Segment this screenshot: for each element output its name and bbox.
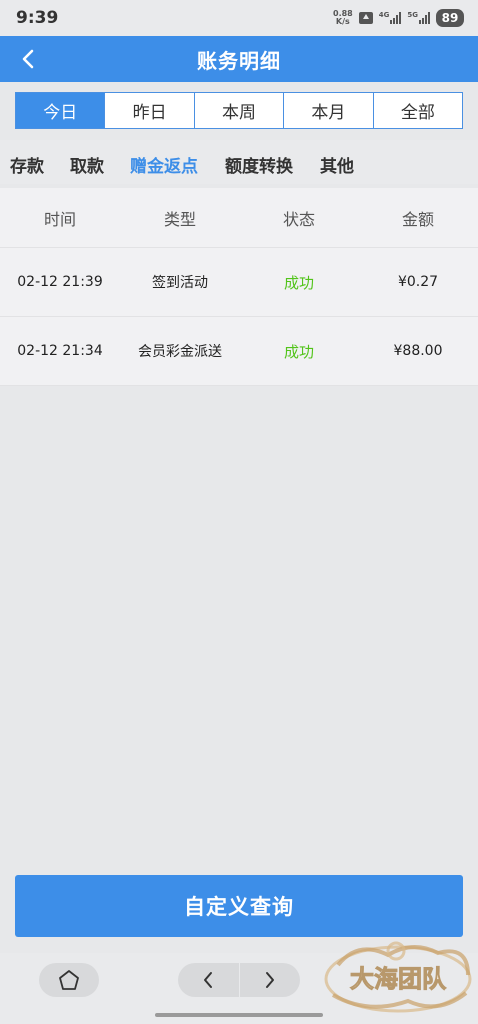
tab-credit-transfer[interactable]: 额度转换 (225, 152, 293, 177)
cell-amount: ¥88.00 (393, 343, 443, 359)
cell-type: 签到活动 (152, 275, 208, 291)
status-time: 9:39 (16, 8, 59, 28)
nav-buttons (178, 963, 300, 997)
sim1-signal: 4G (379, 12, 402, 24)
tab-bonus-rebate[interactable]: 赠金返点 (130, 152, 198, 177)
upload-icon (358, 12, 373, 24)
period-tabs: 今日 昨日 本周 本月 全部 (15, 92, 463, 129)
table-header: 时间 类型 状态 金额 (0, 188, 478, 248)
sim2-signal: 5G (407, 12, 430, 24)
cell-time: 02-12 21:39 (17, 274, 103, 290)
home-button[interactable] (39, 963, 99, 997)
column-header-status: 状态 (282, 209, 315, 229)
svg-text:大海团队: 大海团队 (350, 965, 447, 993)
app-header: 账务明细 (0, 36, 478, 82)
net-speed: 0.88 K/s (333, 10, 353, 26)
sim2-tag: 5G (407, 11, 418, 19)
back-button[interactable] (16, 47, 40, 71)
custom-query-button[interactable]: 自定义查询 (15, 875, 463, 937)
cell-status: 成功 (283, 273, 314, 292)
watermark-logo: 大海团队 (324, 941, 472, 1013)
chevron-left-icon (204, 972, 213, 988)
net-speed-unit: K/s (335, 17, 350, 26)
column-header-amount: 金额 (401, 209, 434, 229)
cell-type: 会员彩金派送 (138, 344, 222, 360)
tab-other[interactable]: 其他 (320, 152, 354, 177)
tab-this-month[interactable]: 本月 (284, 93, 374, 128)
sim1-tag: 4G (378, 11, 390, 19)
signal-icon (419, 12, 430, 24)
tab-yesterday[interactable]: 昨日 (105, 93, 195, 128)
cell-amount: ¥0.27 (397, 274, 439, 290)
battery-icon: 89 (436, 9, 464, 27)
chevron-right-icon (265, 972, 274, 988)
status-icons: 0.88 K/s 4G 5G 89 (333, 9, 464, 27)
browser-back-button[interactable] (178, 963, 240, 997)
home-icon (59, 970, 79, 990)
transaction-table: 时间 类型 状态 金额 02-12 21:39 签到活动 成功 ¥0.27 02… (0, 188, 478, 386)
column-header-time: 时间 (43, 209, 76, 229)
chevron-left-icon (22, 49, 34, 69)
tab-today[interactable]: 今日 (16, 93, 106, 128)
battery-level: 89 (441, 11, 459, 25)
category-tabs: 存款 取款 赠金返点 额度转换 其他 (0, 140, 478, 184)
page-title: 账务明细 (197, 48, 281, 73)
gesture-bar (155, 1013, 323, 1017)
table-row[interactable]: 02-12 21:34 会员彩金派送 成功 ¥88.00 (0, 317, 478, 386)
table-row[interactable]: 02-12 21:39 签到活动 成功 ¥0.27 (0, 248, 478, 317)
tab-all[interactable]: 全部 (374, 93, 462, 128)
cell-time: 02-12 21:34 (17, 343, 103, 359)
tab-this-week[interactable]: 本周 (195, 93, 285, 128)
column-header-type: 类型 (163, 209, 196, 229)
signal-icon (390, 12, 402, 24)
cell-status: 成功 (283, 342, 314, 361)
tab-withdraw[interactable]: 取款 (70, 152, 104, 177)
status-bar: 9:39 0.88 K/s 4G 5G 89 (0, 0, 478, 36)
tab-deposit[interactable]: 存款 (10, 152, 44, 177)
browser-forward-button[interactable] (240, 963, 301, 997)
